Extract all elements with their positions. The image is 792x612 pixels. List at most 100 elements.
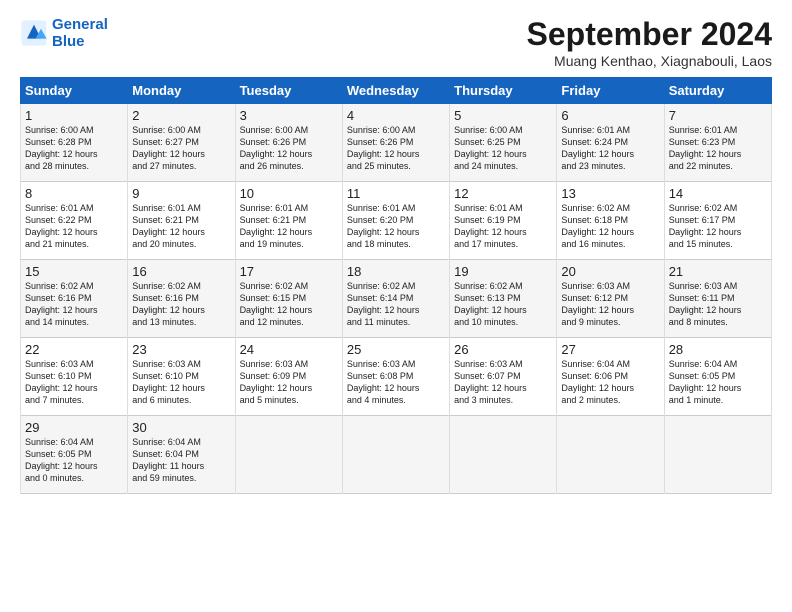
calendar-cell xyxy=(557,416,664,494)
calendar-cell: 3Sunrise: 6:00 AMSunset: 6:26 PMDaylight… xyxy=(235,104,342,182)
logo-icon xyxy=(20,19,48,47)
day-number: 10 xyxy=(240,186,338,201)
calendar-week-3: 15Sunrise: 6:02 AMSunset: 6:16 PMDayligh… xyxy=(21,260,772,338)
cell-details: Sunrise: 6:03 AMSunset: 6:10 PMDaylight:… xyxy=(25,358,123,407)
calendar-week-5: 29Sunrise: 6:04 AMSunset: 6:05 PMDayligh… xyxy=(21,416,772,494)
calendar-cell xyxy=(450,416,557,494)
calendar-cell: 24Sunrise: 6:03 AMSunset: 6:09 PMDayligh… xyxy=(235,338,342,416)
day-number: 7 xyxy=(669,108,767,123)
calendar-cell: 19Sunrise: 6:02 AMSunset: 6:13 PMDayligh… xyxy=(450,260,557,338)
day-number: 27 xyxy=(561,342,659,357)
page-header: General Blue September 2024 Muang Kentha… xyxy=(20,16,772,69)
calendar-cell: 17Sunrise: 6:02 AMSunset: 6:15 PMDayligh… xyxy=(235,260,342,338)
column-header-saturday: Saturday xyxy=(664,78,771,104)
cell-details: Sunrise: 6:03 AMSunset: 6:11 PMDaylight:… xyxy=(669,280,767,329)
day-number: 11 xyxy=(347,186,445,201)
day-number: 22 xyxy=(25,342,123,357)
day-number: 24 xyxy=(240,342,338,357)
day-number: 4 xyxy=(347,108,445,123)
cell-details: Sunrise: 6:01 AMSunset: 6:21 PMDaylight:… xyxy=(240,202,338,251)
cell-details: Sunrise: 6:03 AMSunset: 6:10 PMDaylight:… xyxy=(132,358,230,407)
column-header-friday: Friday xyxy=(557,78,664,104)
calendar-cell: 16Sunrise: 6:02 AMSunset: 6:16 PMDayligh… xyxy=(128,260,235,338)
day-number: 20 xyxy=(561,264,659,279)
day-number: 15 xyxy=(25,264,123,279)
cell-details: Sunrise: 6:03 AMSunset: 6:12 PMDaylight:… xyxy=(561,280,659,329)
calendar-cell: 2Sunrise: 6:00 AMSunset: 6:27 PMDaylight… xyxy=(128,104,235,182)
location: Muang Kenthao, Xiagnabouli, Laos xyxy=(527,53,772,69)
cell-details: Sunrise: 6:02 AMSunset: 6:16 PMDaylight:… xyxy=(25,280,123,329)
day-number: 12 xyxy=(454,186,552,201)
day-number: 5 xyxy=(454,108,552,123)
cell-details: Sunrise: 6:00 AMSunset: 6:25 PMDaylight:… xyxy=(454,124,552,173)
calendar-cell: 29Sunrise: 6:04 AMSunset: 6:05 PMDayligh… xyxy=(21,416,128,494)
cell-details: Sunrise: 6:01 AMSunset: 6:23 PMDaylight:… xyxy=(669,124,767,173)
calendar-cell: 20Sunrise: 6:03 AMSunset: 6:12 PMDayligh… xyxy=(557,260,664,338)
cell-details: Sunrise: 6:01 AMSunset: 6:24 PMDaylight:… xyxy=(561,124,659,173)
column-header-tuesday: Tuesday xyxy=(235,78,342,104)
cell-details: Sunrise: 6:01 AMSunset: 6:20 PMDaylight:… xyxy=(347,202,445,251)
day-number: 19 xyxy=(454,264,552,279)
day-number: 13 xyxy=(561,186,659,201)
cell-details: Sunrise: 6:00 AMSunset: 6:28 PMDaylight:… xyxy=(25,124,123,173)
calendar-cell: 1Sunrise: 6:00 AMSunset: 6:28 PMDaylight… xyxy=(21,104,128,182)
calendar-cell: 12Sunrise: 6:01 AMSunset: 6:19 PMDayligh… xyxy=(450,182,557,260)
calendar-cell: 10Sunrise: 6:01 AMSunset: 6:21 PMDayligh… xyxy=(235,182,342,260)
cell-details: Sunrise: 6:02 AMSunset: 6:15 PMDaylight:… xyxy=(240,280,338,329)
cell-details: Sunrise: 6:01 AMSunset: 6:19 PMDaylight:… xyxy=(454,202,552,251)
calendar-header-row: SundayMondayTuesdayWednesdayThursdayFrid… xyxy=(21,78,772,104)
day-number: 16 xyxy=(132,264,230,279)
calendar-cell: 30Sunrise: 6:04 AMSunset: 6:04 PMDayligh… xyxy=(128,416,235,494)
logo: General Blue xyxy=(20,16,108,51)
calendar-cell: 9Sunrise: 6:01 AMSunset: 6:21 PMDaylight… xyxy=(128,182,235,260)
calendar-cell: 8Sunrise: 6:01 AMSunset: 6:22 PMDaylight… xyxy=(21,182,128,260)
day-number: 1 xyxy=(25,108,123,123)
day-number: 18 xyxy=(347,264,445,279)
cell-details: Sunrise: 6:02 AMSunset: 6:18 PMDaylight:… xyxy=(561,202,659,251)
calendar-week-1: 1Sunrise: 6:00 AMSunset: 6:28 PMDaylight… xyxy=(21,104,772,182)
cell-details: Sunrise: 6:00 AMSunset: 6:26 PMDaylight:… xyxy=(347,124,445,173)
day-number: 23 xyxy=(132,342,230,357)
calendar-cell: 22Sunrise: 6:03 AMSunset: 6:10 PMDayligh… xyxy=(21,338,128,416)
cell-details: Sunrise: 6:03 AMSunset: 6:08 PMDaylight:… xyxy=(347,358,445,407)
calendar-cell: 18Sunrise: 6:02 AMSunset: 6:14 PMDayligh… xyxy=(342,260,449,338)
cell-details: Sunrise: 6:00 AMSunset: 6:27 PMDaylight:… xyxy=(132,124,230,173)
day-number: 14 xyxy=(669,186,767,201)
column-header-monday: Monday xyxy=(128,78,235,104)
calendar-cell: 14Sunrise: 6:02 AMSunset: 6:17 PMDayligh… xyxy=(664,182,771,260)
column-header-thursday: Thursday xyxy=(450,78,557,104)
day-number: 17 xyxy=(240,264,338,279)
cell-details: Sunrise: 6:01 AMSunset: 6:21 PMDaylight:… xyxy=(132,202,230,251)
calendar-table: SundayMondayTuesdayWednesdayThursdayFrid… xyxy=(20,77,772,494)
calendar-cell: 25Sunrise: 6:03 AMSunset: 6:08 PMDayligh… xyxy=(342,338,449,416)
calendar-cell: 15Sunrise: 6:02 AMSunset: 6:16 PMDayligh… xyxy=(21,260,128,338)
cell-details: Sunrise: 6:02 AMSunset: 6:14 PMDaylight:… xyxy=(347,280,445,329)
cell-details: Sunrise: 6:02 AMSunset: 6:16 PMDaylight:… xyxy=(132,280,230,329)
calendar-cell: 27Sunrise: 6:04 AMSunset: 6:06 PMDayligh… xyxy=(557,338,664,416)
calendar-cell: 4Sunrise: 6:00 AMSunset: 6:26 PMDaylight… xyxy=(342,104,449,182)
calendar-cell: 21Sunrise: 6:03 AMSunset: 6:11 PMDayligh… xyxy=(664,260,771,338)
column-header-wednesday: Wednesday xyxy=(342,78,449,104)
calendar-cell: 26Sunrise: 6:03 AMSunset: 6:07 PMDayligh… xyxy=(450,338,557,416)
calendar-cell: 5Sunrise: 6:00 AMSunset: 6:25 PMDaylight… xyxy=(450,104,557,182)
day-number: 6 xyxy=(561,108,659,123)
column-header-sunday: Sunday xyxy=(21,78,128,104)
cell-details: Sunrise: 6:03 AMSunset: 6:09 PMDaylight:… xyxy=(240,358,338,407)
title-block: September 2024 Muang Kenthao, Xiagnaboul… xyxy=(527,16,772,69)
cell-details: Sunrise: 6:01 AMSunset: 6:22 PMDaylight:… xyxy=(25,202,123,251)
cell-details: Sunrise: 6:04 AMSunset: 6:04 PMDaylight:… xyxy=(132,436,230,485)
cell-details: Sunrise: 6:03 AMSunset: 6:07 PMDaylight:… xyxy=(454,358,552,407)
day-number: 29 xyxy=(25,420,123,435)
day-number: 2 xyxy=(132,108,230,123)
day-number: 3 xyxy=(240,108,338,123)
cell-details: Sunrise: 6:04 AMSunset: 6:05 PMDaylight:… xyxy=(669,358,767,407)
calendar-cell xyxy=(664,416,771,494)
calendar-cell: 23Sunrise: 6:03 AMSunset: 6:10 PMDayligh… xyxy=(128,338,235,416)
cell-details: Sunrise: 6:00 AMSunset: 6:26 PMDaylight:… xyxy=(240,124,338,173)
calendar-cell: 13Sunrise: 6:02 AMSunset: 6:18 PMDayligh… xyxy=(557,182,664,260)
day-number: 21 xyxy=(669,264,767,279)
day-number: 26 xyxy=(454,342,552,357)
day-number: 28 xyxy=(669,342,767,357)
day-number: 25 xyxy=(347,342,445,357)
cell-details: Sunrise: 6:02 AMSunset: 6:17 PMDaylight:… xyxy=(669,202,767,251)
